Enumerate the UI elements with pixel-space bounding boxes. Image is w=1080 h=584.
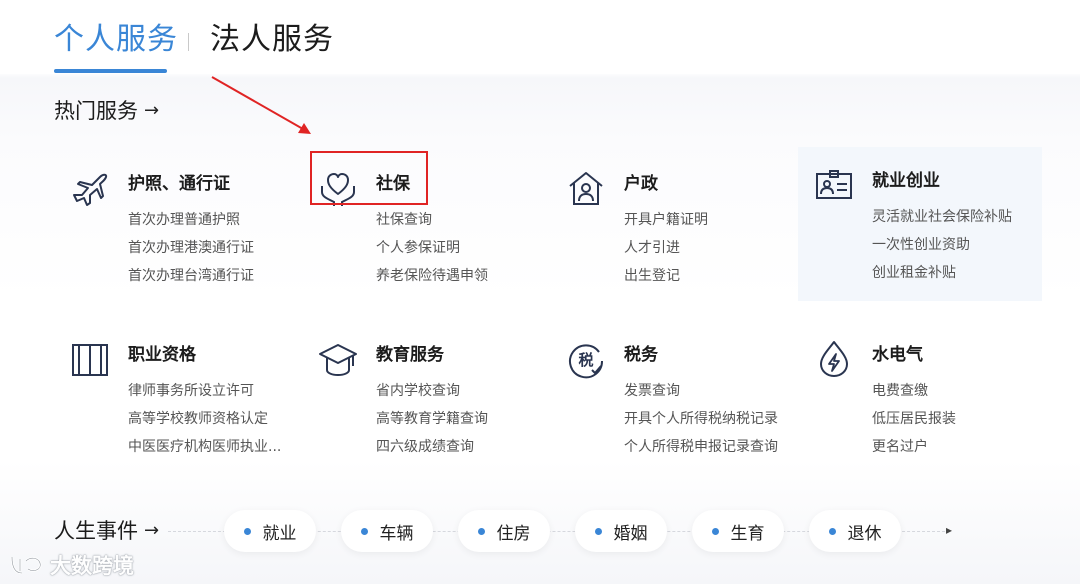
bullet-dot-icon xyxy=(477,527,485,535)
life-event-employment[interactable]: 就业 xyxy=(224,510,316,552)
life-event-childbirth[interactable]: 生育 xyxy=(692,510,784,552)
arrow-right-icon: → xyxy=(144,520,160,541)
watermark-logo-icon xyxy=(10,556,42,575)
bullet-dot-icon xyxy=(360,527,368,535)
annotation-arrow-icon xyxy=(211,76,311,134)
watermark-text: 大数跨境 xyxy=(50,554,134,578)
bullet-dot-icon xyxy=(594,527,602,535)
life-event-label: 车辆 xyxy=(379,523,414,544)
life-event-label: 就业 xyxy=(262,523,297,544)
life-event-vehicle[interactable]: 车辆 xyxy=(341,510,433,552)
watermark: 大数跨境 xyxy=(8,550,134,580)
life-event-retirement[interactable]: 退休 xyxy=(809,510,901,552)
life-event-marriage[interactable]: 婚姻 xyxy=(575,510,667,552)
life-event-housing[interactable]: 住房 xyxy=(458,510,550,552)
life-event-label: 住房 xyxy=(496,523,531,544)
life-event-label: 退休 xyxy=(847,523,882,544)
life-event-label: 婚姻 xyxy=(613,523,648,544)
page: 个人服务 法人服务 热门服务 → 护照、通行证 首次办理普通护照 首次办理港澳通… xyxy=(0,0,1080,584)
track-end-arrow-icon: ▸ xyxy=(946,523,953,537)
bullet-dot-icon xyxy=(243,527,251,535)
bullet-dot-icon xyxy=(828,527,836,535)
life-event-label: 生育 xyxy=(730,523,765,544)
life-events-heading[interactable]: 人生事件 → xyxy=(54,517,159,545)
bullet-dot-icon xyxy=(711,527,719,535)
life-events-label: 人生事件 xyxy=(54,519,138,543)
